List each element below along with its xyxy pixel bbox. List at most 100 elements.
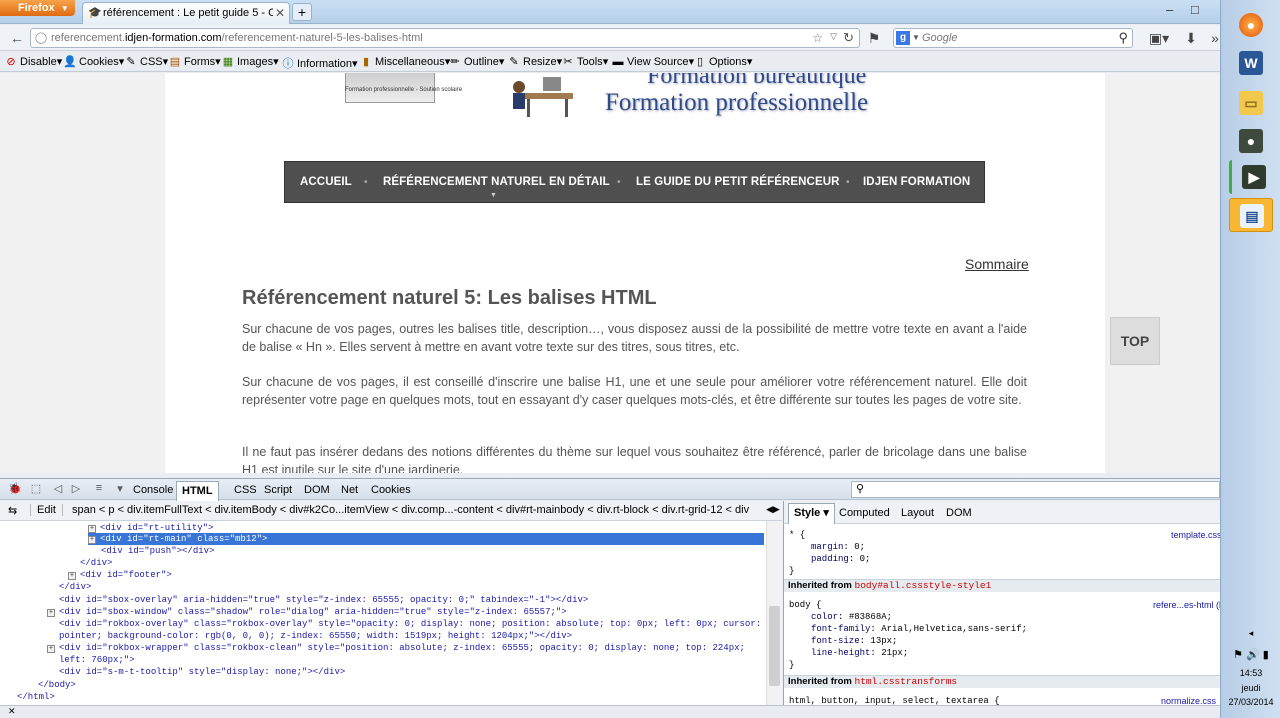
- html-node[interactable]: <div id="rokbox-overlay" class="rokbox-o…: [59, 618, 761, 630]
- back-to-top-button[interactable]: TOP: [1110, 317, 1160, 365]
- taskbar-word[interactable]: W: [1229, 46, 1273, 80]
- html-node[interactable]: + <div id="sbox-window" class="shadow" ro…: [47, 606, 567, 618]
- html-node-selected[interactable]: + <div id="rt-main" class="mb12">: [88, 533, 764, 546]
- html-node[interactable]: + <div id="footer">: [68, 569, 172, 581]
- css-property[interactable]: color: #83868A;: [811, 611, 892, 623]
- back-icon[interactable]: ←: [8, 29, 26, 47]
- firebug-icon[interactable]: 🐞: [7, 482, 23, 498]
- taskbar-presentation[interactable]: ▤: [1229, 198, 1273, 232]
- tab-layout[interactable]: Layout: [901, 507, 934, 519]
- html-node[interactable]: </body>: [38, 679, 76, 691]
- menu-item-idjen[interactable]: IDJEN FORMATION: [863, 176, 970, 188]
- tab-html[interactable]: HTML: [176, 481, 219, 501]
- screenshot-icon[interactable]: ▣▾: [1146, 29, 1172, 47]
- url-dropdown-icon[interactable]: ▽: [830, 31, 837, 42]
- devbar-outline[interactable]: ✏ Outline▾: [448, 55, 504, 68]
- firefox-menu-button[interactable]: Firefox ▼: [0, 0, 75, 16]
- edit-button[interactable]: Edit: [30, 504, 63, 516]
- devbar-information[interactable]: ⓘ Information▾: [281, 55, 358, 71]
- devbar-forms[interactable]: ▤ Forms▾: [168, 55, 221, 68]
- taskbar-video[interactable]: ▶: [1229, 160, 1273, 194]
- html-node[interactable]: </div>: [80, 557, 112, 569]
- tab-net[interactable]: Net: [336, 483, 363, 497]
- taskbar-recorder[interactable]: ●: [1229, 124, 1273, 158]
- browser-tab[interactable]: 🎓 référencement : Le petit guide 5 - Com…: [82, 2, 290, 24]
- tab-script[interactable]: Script: [259, 483, 297, 497]
- rule-source-link[interactable]: template.css (line 2): [1171, 529, 1220, 541]
- tab-console[interactable]: Console: [128, 483, 178, 497]
- video-icon: ▶: [1242, 165, 1266, 189]
- devbar-cookies[interactable]: 👤 Cookies▾: [63, 55, 124, 68]
- css-property[interactable]: padding: 0;: [811, 553, 870, 565]
- inherited-header: Inherited from body#all.cssstyle-style1: [784, 579, 1220, 592]
- html-node[interactable]: <div id="s-m-t-tooltip" style="display: …: [59, 666, 345, 678]
- firefox-icon: ●: [1239, 13, 1263, 37]
- devbar-tools[interactable]: ✂ Tools▾: [561, 55, 608, 68]
- devbar-options[interactable]: ▯ Options▾: [693, 55, 752, 68]
- paragraph: Sur chacune de vos pages, il est conseil…: [242, 375, 1027, 407]
- devbar-images[interactable]: ▦ Images▾: [221, 55, 279, 68]
- bookmark-star-icon[interactable]: ☆: [812, 31, 823, 45]
- html-node[interactable]: </html>: [17, 691, 55, 703]
- taskbar-explorer[interactable]: ▭: [1229, 86, 1273, 120]
- rule-source-link[interactable]: refere...es-html (line 41): [1153, 599, 1220, 611]
- html-node[interactable]: <div id="push"></div>: [101, 545, 214, 557]
- sommaire-link[interactable]: Sommaire: [965, 256, 1029, 272]
- css-property[interactable]: line-height: 21px;: [811, 647, 908, 659]
- panel-list-icon[interactable]: ≡: [91, 482, 107, 498]
- maximize-icon[interactable]: □: [1191, 2, 1199, 17]
- html-node[interactable]: </div>: [59, 581, 91, 593]
- reload-icon[interactable]: ↻: [843, 30, 854, 46]
- break-on-mutate-icon[interactable]: ⇆: [8, 504, 17, 517]
- panel-dropdown-icon[interactable]: ▾: [112, 482, 128, 498]
- tab-dom-side[interactable]: DOM: [946, 507, 972, 519]
- breadcrumb-scroll-icon[interactable]: ◀▶: [766, 504, 780, 515]
- devbar-view-source[interactable]: ▬ View Source▾: [611, 55, 695, 68]
- addon-stamp-icon[interactable]: ⚑: [865, 29, 883, 47]
- css-property[interactable]: margin: 0;: [811, 541, 865, 553]
- breadcrumb-trail[interactable]: span < p < div.itemFullText < div.itemBo…: [72, 504, 762, 516]
- download-icon[interactable]: ⬇: [1182, 29, 1200, 47]
- devbar-disable[interactable]: ⊘ Disable▾: [4, 55, 62, 68]
- taskbar-firefox[interactable]: ●: [1229, 8, 1273, 42]
- menu-item-accueil[interactable]: ACCUEIL: [300, 176, 352, 188]
- html-node[interactable]: + <div id="rokbox-wrapper" class="rokbox-…: [47, 642, 745, 654]
- tab-style[interactable]: Style ▾: [788, 503, 835, 524]
- minimize-icon[interactable]: –: [1166, 2, 1173, 17]
- css-property[interactable]: font-family: Arial,Helvetica,sans-serif;: [811, 623, 1027, 635]
- scrollbar-thumb[interactable]: [769, 606, 780, 686]
- tab-computed[interactable]: Computed: [839, 507, 890, 519]
- devbar-resize[interactable]: ✎ Resize▾: [507, 55, 562, 68]
- nav-forward-icon[interactable]: ▷: [68, 482, 84, 498]
- tray-arrow-icon[interactable]: ◂: [1221, 628, 1280, 639]
- devbar-css[interactable]: ✎ CSS▾: [124, 55, 168, 68]
- html-pane-scrollbar[interactable]: [766, 521, 782, 705]
- css-property[interactable]: font-size: 13px;: [811, 635, 897, 647]
- url-bar[interactable]: ◯ referencement.idjen-formation.com/refe…: [30, 28, 860, 48]
- menu-item-referencement[interactable]: RÉFÉRENCEMENT NATUREL EN DÉTAIL: [383, 176, 610, 188]
- new-tab-button[interactable]: +: [292, 3, 312, 21]
- menu-separator: •: [617, 177, 621, 188]
- html-node[interactable]: <div id="sbox-overlay" aria-hidden="true…: [59, 594, 588, 606]
- search-icon[interactable]: ⚲: [1118, 30, 1128, 46]
- submenu-arrow-icon: ▼: [490, 192, 497, 199]
- nav-back-icon[interactable]: ◁: [50, 482, 66, 498]
- google-icon[interactable]: g: [896, 31, 910, 45]
- search-engine-dropdown-icon[interactable]: ▼: [912, 33, 920, 42]
- menu-separator: •: [364, 177, 368, 188]
- rule-selector: html, button, input, select, textarea {: [789, 696, 1000, 705]
- search-bar[interactable]: g ▼ Google ⚲: [893, 28, 1133, 48]
- devbar-miscellaneous[interactable]: ▮ Miscellaneous▾: [359, 55, 450, 68]
- close-firebug-icon[interactable]: ✕: [8, 706, 16, 717]
- inspect-element-icon[interactable]: ⬚: [28, 482, 44, 498]
- close-tab-icon[interactable]: ✕: [275, 6, 285, 20]
- tab-cookies[interactable]: Cookies: [366, 483, 416, 497]
- tab-dom[interactable]: DOM: [299, 483, 335, 497]
- tab-css[interactable]: CSS: [229, 483, 262, 497]
- header-title-line2: Formation professionnelle: [605, 89, 869, 116]
- tray-icons[interactable]: ⚑ 🔊 ▮: [1221, 648, 1280, 661]
- firebug-search-input[interactable]: ⚲: [851, 481, 1220, 498]
- clock-day: jeudi: [1241, 683, 1261, 693]
- menu-item-guide[interactable]: LE GUIDE DU PETIT RÉFÉRENCEUR: [636, 176, 840, 188]
- rule-source-link[interactable]: normalize.css: [1161, 695, 1216, 705]
